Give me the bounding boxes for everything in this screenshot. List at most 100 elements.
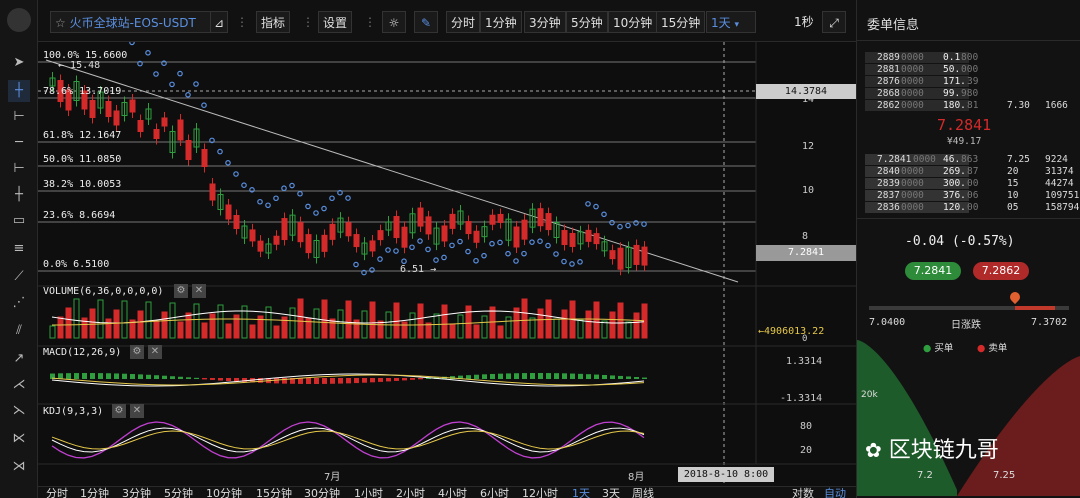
period-3m[interactable]: 3分钟 [524,11,566,33]
bottom-period-fs[interactable]: 分时 [46,487,68,498]
menu-dots-icon[interactable]: ⋮ [364,11,376,33]
crosshair-icon[interactable]: ┼ [8,80,30,102]
trend-line-icon[interactable]: ⟋ [8,266,30,288]
candle-body [417,207,424,227]
indicators-button[interactable]: 指标 [256,11,291,33]
volume-bar [337,309,344,339]
log-scale-toggle[interactable]: 对数 [792,487,814,498]
volume-bar [265,306,272,339]
horizontal-ray-icon[interactable]: ⊢ [8,158,30,180]
bottom-period-4h[interactable]: 4小时 [438,487,467,498]
menu-dots-icon[interactable]: ⋮ [236,11,248,33]
settings-button[interactable]: 设置 [318,11,353,33]
macd-close-icon[interactable]: ✕ [148,345,162,359]
fullscreen-button[interactable]: ⤢ [822,11,846,33]
auto-scale-toggle[interactable]: 自动 [824,487,846,498]
ray-line-icon[interactable]: ⊢ [8,106,30,128]
theme-toggle-button[interactable]: ☼ [382,11,406,33]
pitchfork-icon[interactable]: ⋰ [8,292,30,314]
bottom-period-2h[interactable]: 2小时 [396,487,425,498]
bottom-period-5m[interactable]: 5分钟 [164,487,193,498]
arrow-line-icon[interactable]: ↗ [8,348,30,370]
volume-bar [121,300,128,339]
fib-level-label: 61.8% 12.1647 [43,130,122,141]
candle-body [561,230,568,246]
day-range-marker-icon [1007,289,1023,305]
symbol-title[interactable]: ☆ 火币全球站-EOS-USDT [50,11,228,33]
macd-bar [322,378,327,384]
day-range-label: 日涨跌 [951,320,981,331]
candle-body [593,233,600,245]
cursor-arrow-icon[interactable]: ➤ [8,52,30,74]
ask-row[interactable]: 2868 0000 99. 980 [865,88,1077,99]
bottom-period-15m[interactable]: 15分钟 [256,487,292,498]
day-range-bar [869,306,1069,310]
volume-bar [217,304,224,339]
period-5m[interactable]: 5分钟 [566,11,608,33]
period-15m[interactable]: 15分钟 [656,11,706,33]
volume-settings-icon[interactable]: ⚙ [174,284,188,298]
candle-body [585,229,592,242]
depth-chart[interactable] [857,336,1080,496]
bottom-period-12h[interactable]: 12小时 [522,487,558,498]
candle-body [609,250,616,260]
macd-bar [378,378,383,382]
macd-settings-icon[interactable]: ⚙ [130,345,144,359]
bottom-period-3m[interactable]: 3分钟 [122,487,151,498]
macd-bar [490,373,495,379]
fib-fan-icon[interactable]: ⋉ [8,428,30,450]
menu-dots-icon[interactable]: ⋮ [302,11,314,33]
bottom-period-6h[interactable]: 6小时 [480,487,509,498]
bottom-period-1h[interactable]: 1小时 [354,487,383,498]
candle-body [497,213,504,223]
vertical-line-icon[interactable]: ┼ [8,184,30,206]
period-10m[interactable]: 10分钟 [608,11,658,33]
bid-row[interactable]: 2836 0000 120. 00 05 158794 [865,202,1079,213]
bottom-period-30m[interactable]: 30分钟 [304,487,340,498]
volume-close-icon[interactable]: ✕ [192,284,206,298]
ask-row[interactable]: 2881 0000 50. 000 [865,64,1077,75]
chart-canvas[interactable] [38,42,856,490]
kdj-settings-icon[interactable]: ⚙ [112,404,126,418]
period-active-select[interactable]: 1天 ▾ [706,11,756,33]
period-1m[interactable]: 1分钟 [480,11,522,33]
interval-label[interactable]: 1秒 [794,11,814,33]
volume-bar [425,322,432,339]
gann-fan-icon[interactable]: ⋋ [8,400,30,422]
volume-bar [305,317,312,339]
fib-retracement-icon[interactable]: ⫽ [8,320,30,342]
parallel-channel-icon[interactable]: ≡ [8,238,30,260]
bottom-period-week[interactable]: 周线 [632,487,654,498]
fib-arc-icon[interactable]: ⋊ [8,456,30,478]
volume-bar [601,320,608,339]
horizontal-line-icon[interactable]: ─ [8,132,30,154]
bottom-period-3d[interactable]: 3天 [602,487,620,498]
pen-icon: ✎ [420,16,432,30]
depth-ask-area [957,356,1080,496]
row-price: 7.2841 [877,154,912,165]
ask-price-pill[interactable]: 7.2862 [973,262,1029,280]
bottom-period-10m[interactable]: 10分钟 [206,487,242,498]
compare-button[interactable]: ⊿ [210,11,228,33]
bid-row[interactable]: 7.2841 0000 46. 863 7.25 9224 [865,154,1077,165]
bid-row[interactable]: 2840 0000 269. 87 20 31374 [865,166,1077,177]
bottom-period-1m[interactable]: 1分钟 [80,487,109,498]
bid-row[interactable]: 2839 0000 300. 00 15 44274 [865,178,1077,189]
price-line-icon[interactable]: ▭ [8,210,30,232]
ask-row[interactable]: 2889 0000 0.1 800 [865,52,1077,63]
bid-price-pill[interactable]: 7.2841 [905,262,961,280]
period-fs[interactable]: 分时 [446,11,481,33]
ask-row[interactable]: 2862 0000 180. 81 7.30 1666 [865,100,1077,111]
star-icon[interactable]: ☆ [55,16,66,30]
kdj-close-icon[interactable]: ✕ [130,404,144,418]
candle-body [201,149,208,167]
macd-bar [194,377,199,379]
ask-row[interactable]: 2876 0000 171. 39 [865,76,1077,87]
draw-pen-button[interactable]: ✎ [414,11,438,33]
candlestick-chart[interactable]: 100.0% 15.6600 78.6% 13.7019 61.8% 12.1647… [38,42,856,490]
fan-icon[interactable]: ⋌ [8,374,30,396]
volume-bar [409,312,416,339]
bid-row[interactable]: 2837 0000 376. 06 10 109751 [865,190,1079,201]
day-change: -0.04 (-0.57%) [905,234,1015,249]
bottom-period-1d[interactable]: 1天 [572,487,590,498]
